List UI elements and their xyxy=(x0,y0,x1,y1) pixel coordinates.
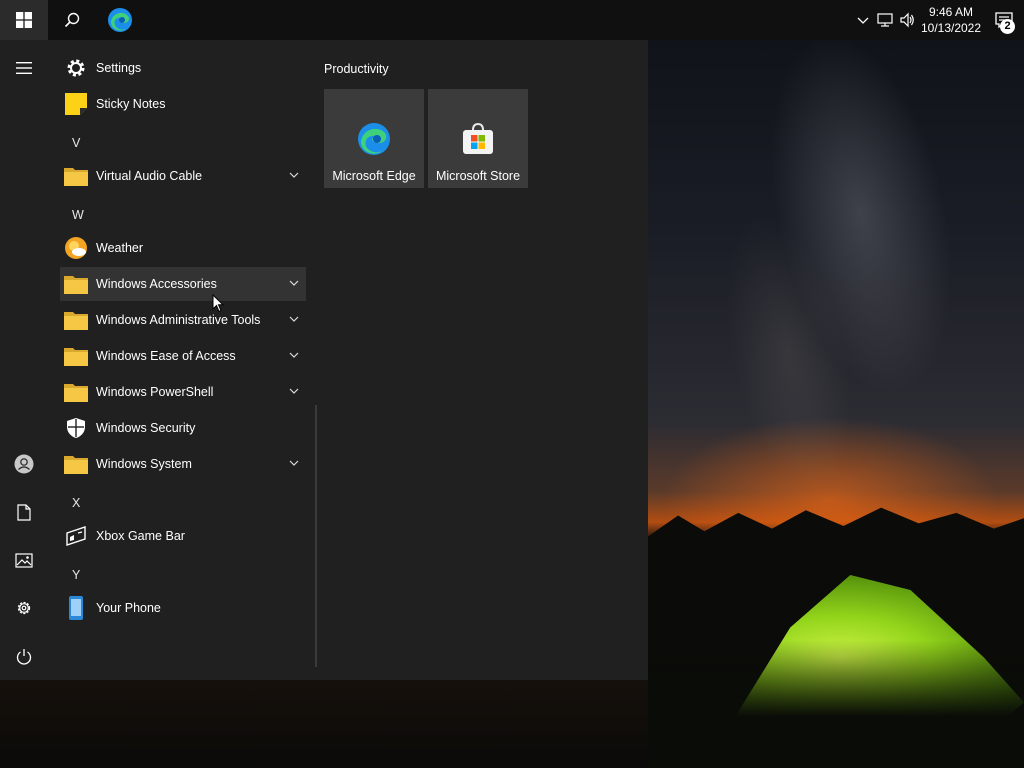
letter-header-x[interactable]: X xyxy=(72,496,80,510)
letter-header-w[interactable]: W xyxy=(72,208,84,222)
start-menu: Settings Sticky Notes V Virtual Audio Ca… xyxy=(0,40,648,680)
milky-way xyxy=(608,5,1024,515)
folder-icon xyxy=(64,452,88,476)
power-button[interactable] xyxy=(0,632,48,680)
search-icon xyxy=(64,12,80,28)
sticky-notes-icon xyxy=(64,92,88,116)
tile-microsoft-edge[interactable]: Microsoft Edge xyxy=(324,89,424,188)
chevron-down-icon[interactable] xyxy=(288,349,300,361)
app-label: Windows Administrative Tools xyxy=(96,313,261,327)
hamburger-icon xyxy=(16,62,32,74)
clock-time: 9:46 AM xyxy=(928,5,974,19)
search-button[interactable] xyxy=(48,0,96,40)
gear-icon xyxy=(64,56,88,80)
app-list-scrollbar[interactable] xyxy=(315,405,317,667)
app-label: Windows System xyxy=(96,457,192,471)
app-label: Weather xyxy=(96,241,144,255)
app-xbox-game-bar[interactable]: Xbox Game Bar xyxy=(60,519,306,553)
app-label: Xbox Game Bar xyxy=(96,529,185,543)
taskbar: 9:46 AM 10/13/2022 2 xyxy=(0,0,1024,40)
action-center-button[interactable]: 2 xyxy=(984,0,1024,40)
folder-icon xyxy=(64,380,88,404)
chevron-down-icon[interactable] xyxy=(288,385,300,397)
shield-icon xyxy=(64,416,88,440)
notification-count-badge: 2 xyxy=(1000,19,1015,34)
chevron-up-icon xyxy=(857,17,869,24)
chevron-down-icon[interactable] xyxy=(288,169,300,181)
taskbar-edge-button[interactable] xyxy=(96,0,144,40)
volume-button[interactable] xyxy=(896,0,918,40)
volume-icon xyxy=(900,12,914,28)
app-label: Windows PowerShell xyxy=(96,385,214,399)
foreground-grass xyxy=(648,640,1024,768)
power-icon xyxy=(16,648,32,665)
app-your-phone[interactable]: Your Phone xyxy=(60,591,306,625)
network-icon xyxy=(877,13,893,27)
app-sticky-notes[interactable]: Sticky Notes xyxy=(60,87,306,121)
app-label: Windows Ease of Access xyxy=(96,349,236,363)
app-label: Settings xyxy=(96,61,142,75)
settings-button[interactable] xyxy=(0,584,48,632)
app-label: Sticky Notes xyxy=(96,97,166,111)
folder-icon xyxy=(64,272,88,296)
tile-label: Microsoft Edge xyxy=(332,169,416,183)
xbox-game-bar-icon xyxy=(64,524,88,548)
clock-button[interactable]: 9:46 AM 10/13/2022 xyxy=(918,4,984,36)
app-windows-administrative-tools[interactable]: Windows Administrative Tools xyxy=(60,303,306,337)
tray-overflow-button[interactable] xyxy=(852,0,874,40)
tile-label: Microsoft Store xyxy=(435,169,521,183)
user-icon xyxy=(14,454,34,474)
edge-icon xyxy=(358,123,390,155)
app-windows-system[interactable]: Windows System xyxy=(60,447,306,481)
app-windows-ease-of-access[interactable]: Windows Ease of Access xyxy=(60,339,306,373)
chevron-down-icon[interactable] xyxy=(288,313,300,325)
account-button[interactable] xyxy=(0,440,48,488)
chevron-down-icon[interactable] xyxy=(288,277,300,289)
folder-icon xyxy=(64,308,88,332)
start-rail xyxy=(0,40,48,680)
tile-group-title[interactable]: Productivity xyxy=(324,62,389,76)
weather-icon xyxy=(64,236,88,260)
folder-icon xyxy=(64,344,88,368)
app-windows-security[interactable]: Windows Security xyxy=(60,411,306,445)
start-button[interactable] xyxy=(0,0,48,40)
store-bag-icon xyxy=(463,122,493,154)
app-label: Your Phone xyxy=(96,601,161,615)
windows-logo-icon xyxy=(16,12,32,28)
network-button[interactable] xyxy=(874,0,896,40)
app-windows-powershell[interactable]: Windows PowerShell xyxy=(60,375,306,409)
folder-icon xyxy=(64,164,88,188)
app-settings[interactable]: Settings xyxy=(60,51,306,85)
system-tray: 9:46 AM 10/13/2022 2 xyxy=(852,0,1024,40)
app-virtual-audio-cable[interactable]: Virtual Audio Cable xyxy=(60,159,306,193)
chevron-down-icon[interactable] xyxy=(288,457,300,469)
expand-menu-button[interactable] xyxy=(0,44,48,92)
mouse-cursor-icon xyxy=(212,294,224,313)
app-weather[interactable]: Weather xyxy=(60,231,306,265)
document-icon xyxy=(17,503,31,521)
app-label: Windows Security xyxy=(96,421,196,435)
pictures-button[interactable] xyxy=(0,536,48,584)
edge-icon xyxy=(108,8,132,32)
letter-header-v[interactable]: V xyxy=(72,136,80,150)
gear-icon xyxy=(17,601,31,615)
documents-button[interactable] xyxy=(0,488,48,536)
app-windows-accessories[interactable]: Windows Accessories xyxy=(60,267,306,301)
image-icon xyxy=(15,552,33,568)
clock-date: 10/13/2022 xyxy=(920,21,982,35)
tile-microsoft-store[interactable]: Microsoft Store xyxy=(428,89,528,188)
app-label: Virtual Audio Cable xyxy=(96,169,203,183)
phone-icon xyxy=(64,596,88,620)
app-label: Windows Accessories xyxy=(96,277,217,291)
letter-header-y[interactable]: Y xyxy=(72,568,80,582)
